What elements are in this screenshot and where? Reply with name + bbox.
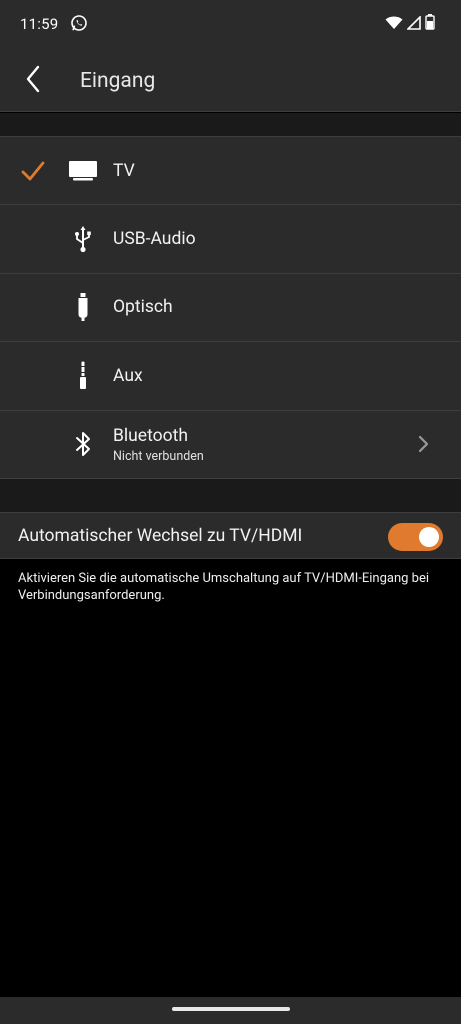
toggle-knob: [419, 527, 439, 547]
wifi-icon: [385, 15, 403, 34]
battery-icon: [425, 14, 435, 34]
checkmark-icon: [20, 158, 46, 184]
chevron-left-icon: [25, 65, 41, 97]
usb-icon: [66, 222, 100, 256]
input-item-optical[interactable]: Optisch: [0, 274, 461, 343]
signal-icon: [406, 14, 421, 34]
input-item-aux[interactable]: Aux: [0, 342, 461, 411]
optical-icon: [66, 290, 100, 324]
aux-jack-icon: [66, 359, 100, 393]
input-label: USB-Audio: [113, 229, 196, 250]
chevron-right-icon: [415, 434, 431, 454]
auto-switch-label: Automatischer Wechsel zu TV/HDMI: [18, 526, 303, 546]
auto-switch-row: Automatischer Wechsel zu TV/HDMI: [0, 512, 461, 559]
back-button[interactable]: [14, 62, 52, 100]
input-label: Bluetooth: [113, 425, 188, 446]
whatsapp-icon: [70, 14, 88, 32]
bluetooth-text: Bluetooth Nicht verbunden: [113, 425, 204, 464]
app-header: Eingang: [0, 50, 461, 112]
page-title: Eingang: [80, 69, 156, 93]
status-bar: 11:59: [0, 0, 461, 50]
auto-switch-toggle[interactable]: [388, 523, 443, 551]
navigation-bar: [0, 997, 461, 1024]
section-gap: [0, 113, 461, 136]
input-item-usb-audio[interactable]: USB-Audio: [0, 205, 461, 274]
input-label: TV: [113, 160, 135, 181]
input-label: Aux: [113, 365, 143, 386]
input-item-tv[interactable]: TV: [0, 137, 461, 206]
input-list: TV USB-Audio Optisch Aux Bluetooth Nicht…: [0, 136, 461, 479]
status-time: 11:59: [20, 15, 59, 33]
input-label: Optisch: [113, 297, 173, 318]
tv-icon: [66, 154, 100, 188]
status-icons: [385, 14, 435, 34]
bluetooth-icon: [66, 427, 100, 461]
input-item-bluetooth[interactable]: Bluetooth Nicht verbunden: [0, 411, 461, 479]
bluetooth-status: Nicht verbunden: [113, 448, 204, 464]
auto-switch-description: Aktivieren Sie die automatische Umschalt…: [18, 571, 430, 603]
home-indicator[interactable]: [171, 1007, 290, 1011]
section-gap: [0, 479, 461, 512]
